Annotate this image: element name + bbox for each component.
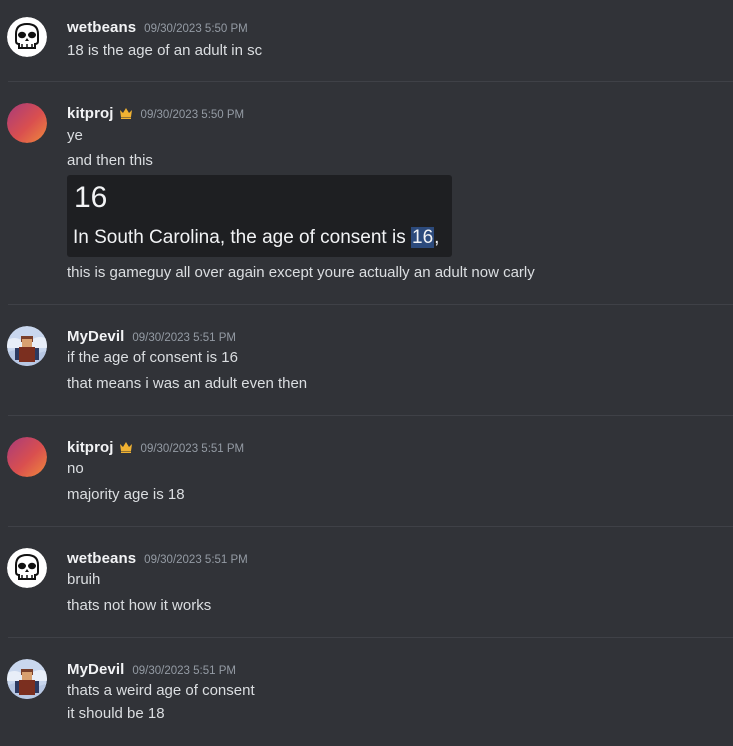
- timestamp: 09/30/2023 5:51 PM: [132, 665, 236, 677]
- embed-body: In South Carolina, the age of consent is…: [73, 225, 439, 251]
- message-text: it should be 18: [67, 705, 165, 722]
- roblox-avatar-icon: [7, 326, 47, 366]
- message-text: 18 is the age of an adult in sc: [67, 42, 263, 59]
- crown-icon: [119, 440, 133, 453]
- message-text: this is gameguy all over again except yo…: [67, 264, 535, 281]
- timestamp: 09/30/2023 5:51 PM: [132, 332, 236, 344]
- message-text: and then this: [67, 152, 153, 169]
- embed-body-text: In South Carolina, the age of consent is: [73, 227, 411, 248]
- timestamp: 09/30/2023 5:50 PM: [144, 23, 248, 35]
- embed-card: 16 In South Carolina, the age of consent…: [67, 175, 452, 257]
- username[interactable]: wetbeans: [67, 19, 136, 36]
- avatar-mydevil[interactable]: [7, 326, 47, 366]
- message-header: MyDevil 09/30/2023 5:51 PM: [67, 328, 236, 348]
- message-text: that means i was an adult even then: [67, 375, 308, 392]
- username[interactable]: kitproj: [67, 439, 114, 456]
- embed-body-end: ,: [434, 227, 440, 248]
- crown-icon: [119, 106, 133, 119]
- username[interactable]: kitproj: [67, 105, 114, 122]
- avatar-wetbeans[interactable]: [7, 17, 47, 57]
- embed-highlight: 16: [411, 227, 435, 248]
- message-text: bruih: [67, 571, 101, 588]
- skull-icon: [7, 17, 47, 57]
- message-text: ye: [67, 127, 83, 144]
- message-text: thats a weird age of consent: [67, 682, 255, 699]
- message-text: if the age of consent is 16: [67, 349, 238, 366]
- embed-title: 16: [74, 181, 108, 214]
- message-header: MyDevil 09/30/2023 5:51 PM: [67, 661, 236, 681]
- username[interactable]: MyDevil: [67, 328, 124, 345]
- avatar-wetbeans[interactable]: [7, 548, 47, 588]
- skull-icon: [7, 548, 47, 588]
- divider: [8, 637, 733, 638]
- message-text: thats not how it works: [67, 597, 212, 614]
- avatar-kitproj[interactable]: [7, 437, 47, 477]
- roblox-avatar-icon: [7, 659, 47, 699]
- avatar-kitproj[interactable]: [7, 103, 47, 143]
- message-header: kitproj 09/30/2023 5:51 PM: [67, 439, 244, 459]
- gradient-orb-icon: [7, 103, 47, 143]
- timestamp: 09/30/2023 5:51 PM: [140, 443, 245, 455]
- message-text: no: [67, 460, 84, 477]
- message-header: wetbeans 09/30/2023 5:51 PM: [67, 550, 248, 570]
- username[interactable]: MyDevil: [67, 661, 124, 678]
- username[interactable]: wetbeans: [67, 550, 136, 567]
- timestamp: 09/30/2023 5:51 PM: [144, 554, 248, 566]
- gradient-orb-icon: [7, 437, 47, 477]
- avatar-mydevil[interactable]: [7, 659, 47, 699]
- message-text: majority age is 18: [67, 486, 185, 503]
- divider: [8, 526, 733, 527]
- divider: [8, 304, 733, 305]
- message-header: kitproj 09/30/2023 5:50 PM: [67, 105, 244, 125]
- message-header: wetbeans 09/30/2023 5:50 PM: [67, 19, 248, 39]
- divider: [8, 415, 733, 416]
- timestamp: 09/30/2023 5:50 PM: [140, 109, 245, 121]
- divider: [8, 81, 733, 82]
